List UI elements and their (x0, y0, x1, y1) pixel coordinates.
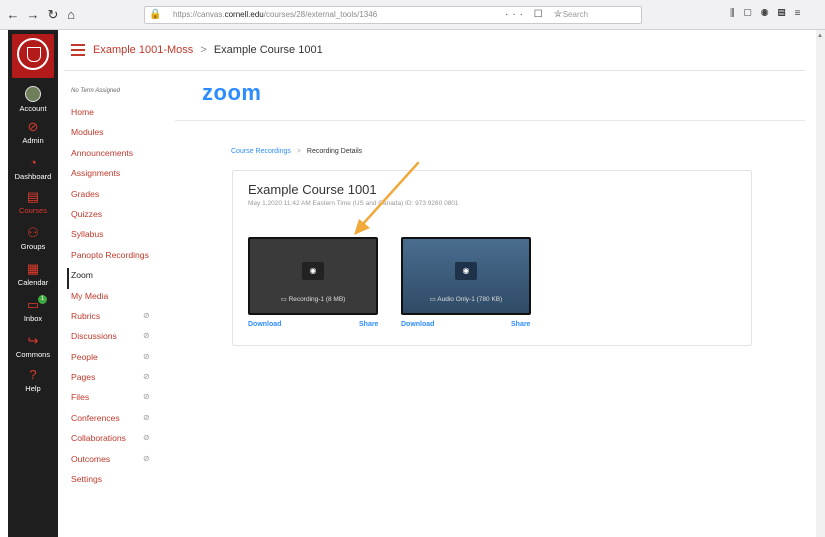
play-icon[interactable]: ◉ (455, 262, 477, 280)
course-nav-zoom[interactable]: Zoom (67, 268, 169, 289)
inbox-badge: 1 (38, 295, 47, 304)
zoom-logo: zoom (202, 80, 262, 105)
hidden-eye-icon: ⊘ (143, 331, 150, 341)
help-icon: ? (29, 367, 37, 382)
hidden-eye-icon: ⊘ (143, 351, 150, 361)
lock-icon: 🔒 (149, 9, 162, 20)
back-button[interactable]: ← (4, 6, 22, 24)
global-nav-groups[interactable]: ⚇ Groups (8, 225, 58, 252)
course-nav-settings[interactable]: Settings (69, 472, 169, 492)
url-text: https://canvas.cornell.edu/courses/28/ex… (173, 10, 378, 19)
recording-breadcrumb: Course Recordings > Recording Details (231, 148, 362, 155)
course-nav-conferences[interactable]: Conferences ⊘ (69, 411, 169, 431)
course-nav-collaborations[interactable]: Collaborations ⊘ (69, 431, 169, 451)
download-recording-link[interactable]: Download (248, 321, 281, 328)
browser-toolbar: ← → ↻ ⌂ 🔒 https://canvas.cornell.edu/cou… (0, 0, 825, 30)
course-nav-quizzes[interactable]: Quizzes (69, 207, 169, 227)
global-nav-courses[interactable]: ▤ Courses (8, 189, 58, 216)
home-icon[interactable]: ⌂ (62, 6, 80, 24)
search-icon: ⌕ (556, 10, 563, 19)
breadcrumb: Example 1001-Moss > Example Course 1001 (93, 44, 323, 56)
download-audio-link[interactable]: Download (401, 321, 434, 328)
course-nav-rubrics[interactable]: Rubrics ⊘ (69, 309, 169, 329)
course-nav-modules[interactable]: Modules (69, 125, 169, 145)
reload-button[interactable]: ↻ (44, 6, 62, 24)
course-recordings-link[interactable]: Course Recordings (231, 148, 291, 155)
admin-icon: ⊘ (27, 119, 39, 134)
course-nav-assignments[interactable]: Assignments (69, 166, 169, 186)
annotation-arrow (354, 161, 420, 235)
browser-search-input[interactable]: ⌕ Search (556, 6, 641, 24)
course-nav-pages[interactable]: Pages ⊘ (69, 370, 169, 390)
avatar (25, 86, 41, 102)
global-nav: Account ⊘ Admin ◔ Dashboard ▤ Courses ⚇ … (8, 30, 58, 537)
global-nav-commons[interactable]: ↪ Commons (8, 333, 58, 360)
scrollbar[interactable]: ▲ (816, 30, 825, 537)
global-nav-inbox[interactable]: ▭ 1 Inbox (8, 295, 58, 323)
term-label: No Term Assigned (71, 88, 120, 94)
course-nav-discussions[interactable]: Discussions ⊘ (69, 329, 169, 349)
course-nav-outcomes[interactable]: Outcomes ⊘ (69, 452, 169, 472)
course-nav-grades[interactable]: Grades (69, 187, 169, 207)
course-nav-announcements[interactable]: Announcements (69, 146, 169, 166)
recording-breadcrumb-separator: > (296, 148, 301, 155)
share-audio-link[interactable]: Share (511, 321, 530, 328)
cornell-logo[interactable] (12, 34, 54, 78)
hidden-eye-icon: ⊘ (143, 453, 150, 463)
recording-caption: ▭ Recording-1 (8 MB) (280, 296, 346, 303)
audio-thumbnail[interactable]: ◉ ▭ Audio Only-1 (780 KB) (401, 237, 531, 315)
breadcrumb-separator: > (200, 44, 207, 56)
hidden-eye-icon: ⊘ (143, 372, 150, 382)
recording-thumbnail[interactable]: ◉ ▭ Recording-1 (8 MB) (248, 237, 378, 315)
breadcrumb-current: Example Course 1001 (213, 44, 323, 56)
header-divider (64, 70, 805, 71)
courses-icon: ▤ (26, 189, 40, 204)
course-nav-home[interactable]: Home (69, 105, 169, 125)
seal-icon (17, 38, 49, 70)
global-nav-admin[interactable]: ⊘ Admin (8, 119, 58, 146)
course-nav: Home Modules Announcements Assignments G… (67, 105, 169, 492)
course-nav-files[interactable]: Files ⊘ (69, 390, 169, 410)
video-icon: ▭ (280, 296, 289, 303)
commons-icon: ↪ (27, 333, 39, 348)
breadcrumb-course-link[interactable]: Example 1001-Moss (93, 44, 193, 56)
global-nav-dashboard[interactable]: ◔ Dashboard (8, 155, 58, 182)
course-nav-my-media[interactable]: My Media (69, 289, 169, 309)
calendar-icon: ▦ (26, 261, 40, 276)
global-nav-account[interactable]: Account (8, 86, 58, 113)
recording-details-label: Recording Details (306, 148, 363, 155)
audio-caption: ▭ Audio Only-1 (780 KB) (429, 296, 503, 303)
groups-icon: ⚇ (27, 225, 39, 240)
play-icon[interactable]: ◉ (302, 262, 324, 280)
hidden-eye-icon: ⊘ (143, 412, 150, 422)
course-nav-panopto[interactable]: Panopto Recordings (69, 248, 169, 268)
hidden-eye-icon: ⊘ (143, 392, 150, 402)
dashboard-icon: ◔ (29, 155, 37, 170)
scroll-up-icon[interactable]: ▲ (817, 33, 823, 39)
zoom-divider (175, 120, 805, 121)
global-nav-calendar[interactable]: ▦ Calendar (8, 261, 58, 288)
global-nav-help[interactable]: ? Help (8, 367, 58, 394)
course-nav-people[interactable]: People ⊘ (69, 350, 169, 370)
hamburger-menu-icon[interactable] (71, 44, 85, 56)
hidden-eye-icon: ⊘ (143, 433, 150, 443)
hidden-eye-icon: ⊘ (143, 310, 150, 320)
forward-button[interactable]: → (24, 6, 42, 24)
share-recording-link[interactable]: Share (359, 321, 378, 328)
course-nav-syllabus[interactable]: Syllabus (69, 227, 169, 247)
browser-menu-icons[interactable]: ⫼▢◉▤≡ (730, 8, 809, 19)
